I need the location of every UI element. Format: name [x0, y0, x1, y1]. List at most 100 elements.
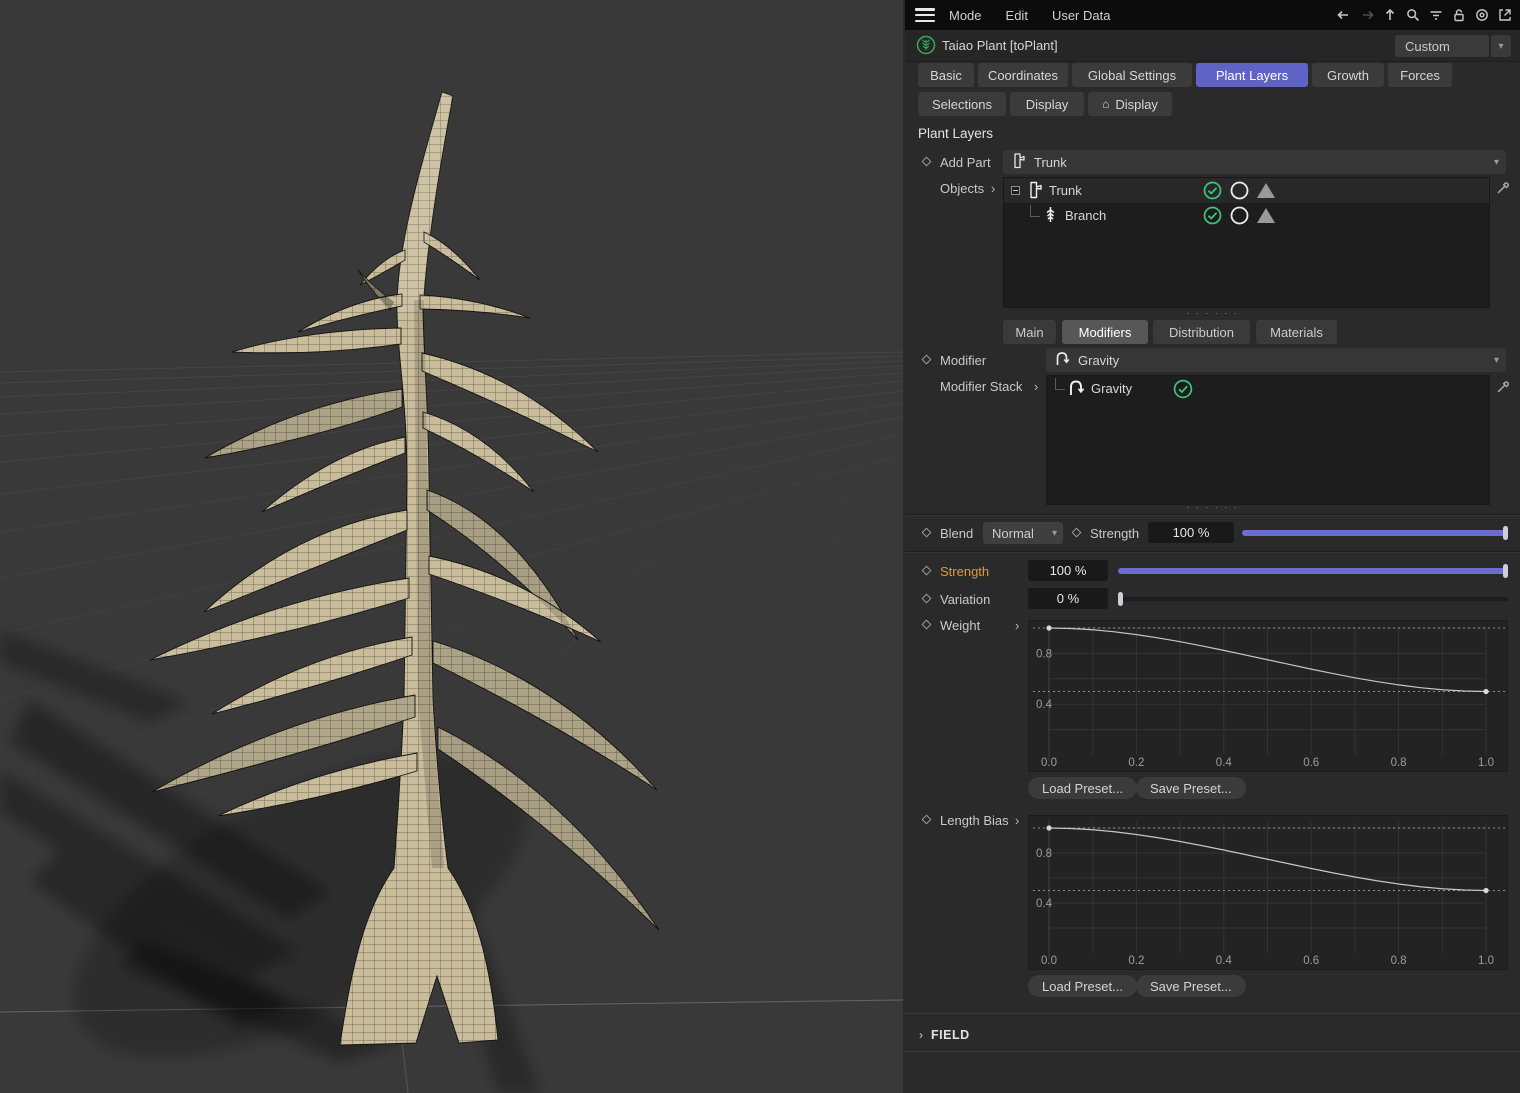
section-heading: Plant Layers — [918, 126, 994, 141]
wireframe-tree-scene — [0, 0, 904, 1093]
param-diamond-icon — [921, 619, 932, 630]
object-name: Branch — [1065, 208, 1107, 223]
svg-text:0.8: 0.8 — [1391, 955, 1407, 967]
save-preset-button[interactable]: Save Preset... — [1136, 777, 1246, 799]
save-preset-button[interactable]: Save Preset... — [1136, 975, 1246, 997]
subtab-main[interactable]: Main — [1003, 320, 1056, 344]
tab-basic[interactable]: Basic — [918, 63, 974, 87]
menu-edit[interactable]: Edit — [1006, 8, 1028, 23]
tab-growth[interactable]: Growth — [1312, 63, 1384, 87]
modifier-name: Gravity — [1091, 381, 1133, 396]
enabled-check-icon[interactable] — [1203, 181, 1222, 200]
subtab-distribution[interactable]: Distribution — [1153, 320, 1250, 344]
field-expander-chevron: › — [919, 1028, 923, 1042]
menu-user-data[interactable]: User Data — [1052, 8, 1111, 23]
lock-icon[interactable] — [1450, 6, 1468, 24]
objects-expander-chevron[interactable]: › — [991, 181, 995, 196]
tab-selections[interactable]: Selections — [918, 92, 1006, 116]
field-section-header[interactable]: › FIELD — [905, 1020, 1520, 1050]
viewport-3d[interactable] — [0, 0, 904, 1093]
strength-value[interactable]: 100 % — [1028, 560, 1108, 581]
tree-elbow-line — [1055, 377, 1065, 390]
add-part-dropdown[interactable]: Trunk ▾ — [1003, 150, 1506, 174]
target-icon[interactable] — [1473, 6, 1491, 24]
weight-expander-chevron[interactable]: › — [1015, 618, 1019, 633]
variation-slider[interactable] — [1118, 592, 1508, 606]
object-status-icons — [1203, 181, 1275, 200]
subtab-materials[interactable]: Materials — [1256, 320, 1337, 344]
variation-value[interactable]: 0 % — [1028, 588, 1108, 609]
menu-mode[interactable]: Mode — [949, 8, 982, 23]
svg-text:0.6: 0.6 — [1303, 955, 1319, 967]
svg-text:0.4: 0.4 — [1216, 955, 1233, 967]
menu-bar: Mode Edit User Data — [905, 0, 1520, 30]
hamburger-menu-icon[interactable] — [915, 8, 935, 22]
subtab-modifiers[interactable]: Modifiers — [1062, 320, 1148, 344]
tab-coordinates[interactable]: Coordinates — [978, 63, 1068, 87]
load-preset-button[interactable]: Load Preset... — [1028, 975, 1137, 997]
eyedropper-icon[interactable] — [1495, 178, 1513, 199]
param-diamond-icon — [921, 527, 932, 538]
svg-text:0.0: 0.0 — [1041, 955, 1057, 967]
param-diamond-icon — [1071, 527, 1082, 538]
tab-plant-layers[interactable]: Plant Layers — [1196, 63, 1308, 87]
length-bias-label: Length Bias — [940, 813, 1009, 828]
back-arrow-icon[interactable] — [1335, 6, 1353, 24]
tab-global-settings[interactable]: Global Settings — [1072, 63, 1192, 87]
divider — [905, 1013, 1520, 1014]
svg-text:1.0: 1.0 — [1478, 757, 1494, 769]
up-arrow-icon[interactable] — [1381, 6, 1399, 24]
expand-minus-icon[interactable] — [1011, 186, 1020, 195]
house-icon: ⌂ — [1102, 97, 1110, 111]
length-bias-curve-graph[interactable]: 0.8 0.4 0.0 0.2 0.4 0.6 0.8 1.0 — [1028, 815, 1508, 970]
forward-arrow-icon[interactable] — [1358, 6, 1376, 24]
param-diamond-icon — [921, 156, 932, 167]
divider — [905, 551, 1520, 553]
trunk-icon — [1011, 152, 1026, 172]
modifier-dropdown[interactable]: Gravity ▾ — [1046, 348, 1506, 372]
enabled-check-icon[interactable] — [1173, 379, 1193, 399]
object-status-icons — [1203, 206, 1275, 225]
blend-dropdown[interactable]: Normal ▾ — [983, 522, 1063, 544]
svg-text:0.8: 0.8 — [1391, 757, 1407, 769]
strength-slider[interactable] — [1118, 564, 1508, 578]
load-preset-button[interactable]: Load Preset... — [1028, 777, 1137, 799]
enabled-check-icon[interactable] — [1203, 206, 1222, 225]
dropdown-arrow-icon: ▾ — [1051, 527, 1057, 539]
svg-text:0.8: 0.8 — [1036, 848, 1052, 860]
object-header: Taiao Plant [toPlant] Custom ▾ — [905, 30, 1520, 62]
triangle-icon[interactable] — [1257, 208, 1275, 223]
object-row-branch[interactable]: Branch — [1004, 203, 1489, 228]
drag-handle-dots[interactable]: · · · · · · — [905, 502, 1520, 512]
weight-curve-graph[interactable]: 0.8 0.4 0.0 0.2 0.4 0.6 0.8 1.0 — [1028, 620, 1508, 772]
dropdown-arrow-icon: ▾ — [1493, 354, 1499, 366]
eyedropper-icon[interactable] — [1495, 377, 1513, 398]
param-diamond-icon — [921, 354, 932, 365]
tab-display[interactable]: Display — [1010, 92, 1084, 116]
circle-icon[interactable] — [1230, 206, 1249, 225]
preset-dropdown-arrow[interactable]: ▾ — [1491, 35, 1511, 57]
modifier-status-icons — [1173, 379, 1193, 399]
field-section-label: FIELD — [931, 1028, 970, 1042]
length-bias-expander-chevron[interactable]: › — [1015, 813, 1019, 828]
toolbar-icons — [1335, 0, 1514, 30]
preset-dropdown[interactable]: Custom — [1395, 35, 1489, 57]
object-name: Trunk — [1049, 183, 1082, 198]
filter-icon[interactable] — [1427, 6, 1445, 24]
modifier-row-gravity[interactable]: Gravity — [1047, 376, 1489, 401]
drag-handle-dots[interactable]: · · · · · · — [905, 308, 1520, 318]
param-diamond-icon — [921, 565, 932, 576]
search-icon[interactable] — [1404, 6, 1422, 24]
modifier-stack-expander-chevron[interactable]: › — [1034, 379, 1038, 394]
tab-forces[interactable]: Forces — [1388, 63, 1452, 87]
svg-text:0.4: 0.4 — [1036, 699, 1053, 711]
triangle-icon[interactable] — [1257, 183, 1275, 198]
external-link-icon[interactable] — [1496, 6, 1514, 24]
blend-strength-slider[interactable] — [1242, 526, 1508, 540]
circle-icon[interactable] — [1230, 181, 1249, 200]
blend-strength-value[interactable]: 100 % — [1148, 522, 1234, 543]
object-row-trunk[interactable]: Trunk — [1004, 178, 1489, 203]
modifier-label: Modifier — [940, 353, 987, 368]
tree-elbow-line — [1030, 204, 1040, 217]
tab-display-2[interactable]: ⌂ Display — [1088, 92, 1172, 116]
